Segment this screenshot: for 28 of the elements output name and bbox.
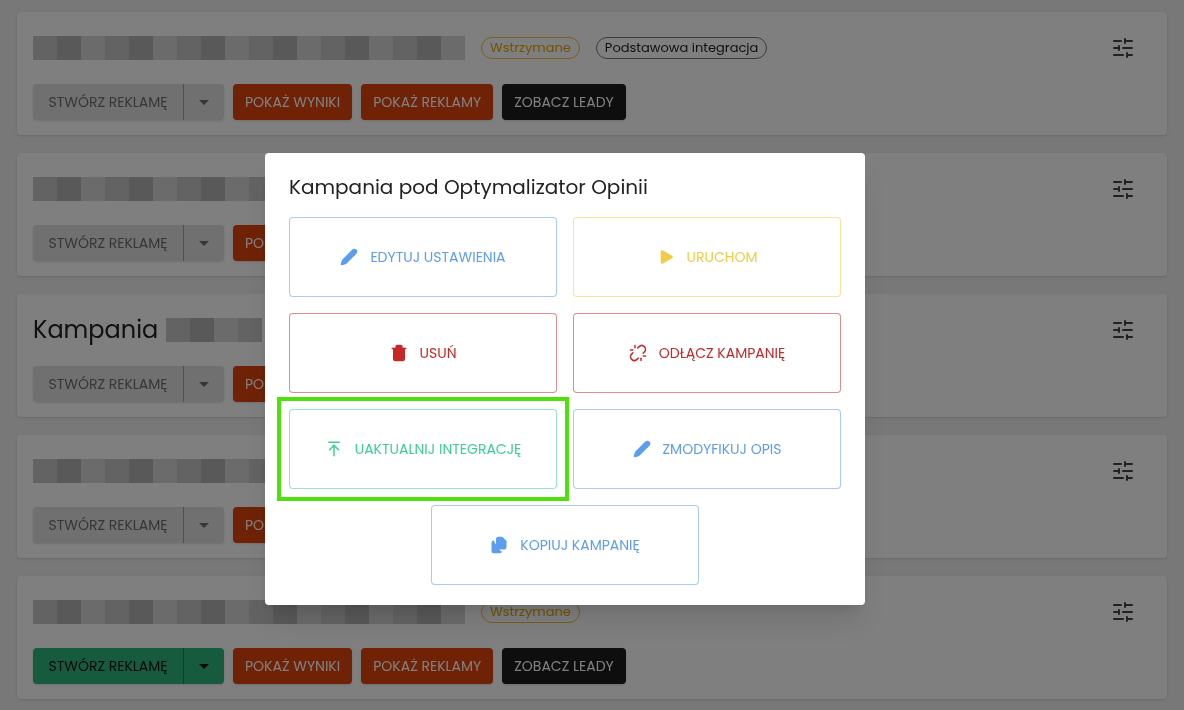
action-button[interactable]: POKAŻ WYNIKI	[233, 84, 353, 120]
dialog-action-button[interactable]: URUCHOM	[573, 217, 841, 297]
dialog-action-button[interactable]: KOPIUJ KAMPANIĘ	[431, 505, 699, 585]
pencil-icon	[340, 248, 359, 266]
settings-sliders-icon[interactable]	[1111, 600, 1135, 624]
modal-title: Kampania pod Optymalizator Opinii	[289, 173, 649, 201]
settings-sliders-icon[interactable]	[1111, 177, 1135, 201]
dialog-action-button[interactable]: UAKTUALNIJ INTEGRACJĘ	[289, 409, 557, 489]
dialog-action-button[interactable]: USUŃ	[289, 313, 557, 393]
action-button[interactable]: POKAŻ WYNIKI	[233, 648, 353, 684]
action-button[interactable]: POKAŻ REKLAMY	[361, 648, 494, 684]
action-button[interactable]: ZOBACZ LEADY	[502, 84, 626, 120]
campaign-title: Kampania	[33, 314, 159, 346]
dialog-action-button[interactable]: EDYTUJ USTAWIENIA	[289, 217, 557, 297]
broken-link-icon	[628, 344, 647, 362]
create-ad-button[interactable]: STWÓRZ REKLAMĘ	[33, 648, 184, 684]
documents-icon	[490, 536, 509, 554]
action-button[interactable]: POKAŻ REKLAMY	[361, 84, 494, 120]
settings-sliders-icon[interactable]	[1111, 36, 1135, 60]
settings-sliders-icon[interactable]	[1111, 459, 1135, 483]
trash-icon	[389, 344, 408, 362]
caret-icon[interactable]	[199, 663, 209, 669]
settings-sliders-icon[interactable]	[1111, 318, 1135, 342]
pencil-icon	[632, 440, 651, 458]
dialog-action-button[interactable]: ZMODYFIKUJ OPIS	[573, 409, 841, 489]
action-button[interactable]: ZOBACZ LEADY	[502, 648, 626, 684]
create-ad-split-button[interactable]: STWÓRZ REKLAMĘ	[33, 648, 224, 684]
dialog-action-button[interactable]: ODŁĄCZ KAMPANIĘ	[573, 313, 841, 393]
